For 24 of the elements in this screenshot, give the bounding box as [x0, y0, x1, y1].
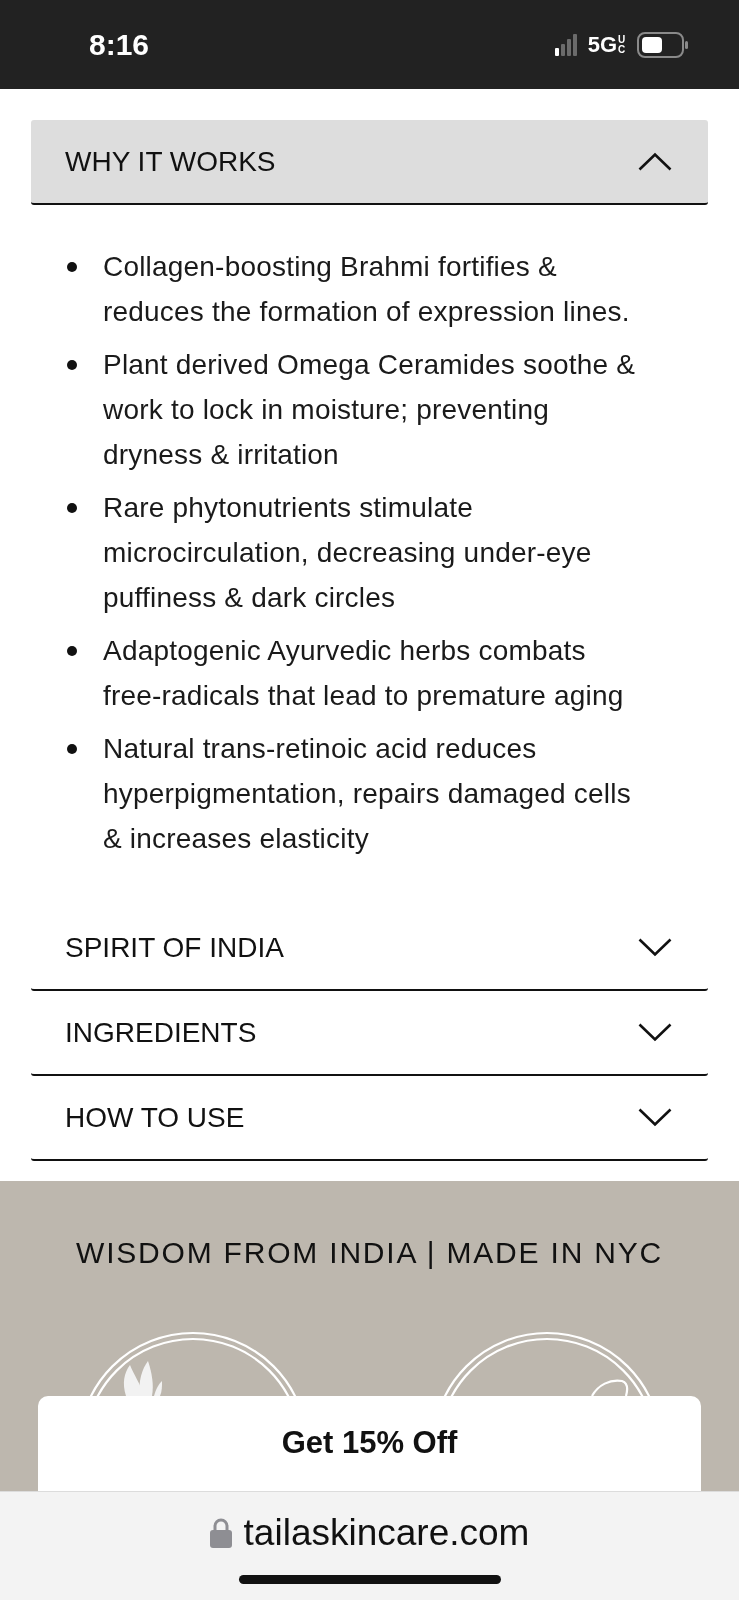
bullet-icon	[67, 360, 77, 370]
bullet-text: Rare phytonutrients stimulate microcirculation, decreasing under-eye puffiness & dark circles	[103, 491, 593, 615]
bullet-icon	[67, 262, 77, 272]
status-time: 8:16	[89, 27, 150, 63]
bullet-icon	[67, 503, 77, 513]
bullet-text: Adaptogenic Ayurvedic herbs combats free-radicals that lead to premature aging	[103, 634, 625, 713]
battery-icon	[637, 31, 689, 58]
accordion-header[interactable]: WHY IT WORKS	[31, 120, 708, 205]
url-text[interactable]: tailaskincare.com	[243, 1511, 530, 1555]
bullet-icon	[67, 744, 77, 754]
chevron-down-icon	[638, 1023, 672, 1042]
chevron-down-icon	[638, 1108, 672, 1127]
chevron-down-icon	[638, 938, 672, 957]
discount-button[interactable]: Get 15% Off	[38, 1396, 701, 1491]
banner-title: WISDOM FROM INDIA | MADE IN NYC	[76, 1235, 663, 1271]
network-label: 5G	[587, 31, 617, 59]
bullet-text: Natural trans-retinoic acid reduces hyperpigmentation, repairs damaged cells & increases elasticity	[103, 732, 632, 856]
bullet-icon	[67, 646, 77, 656]
bullet-text: Collagen-boosting Brahmi fortifies & reduces the formation of expression lines.	[103, 250, 631, 329]
signal-icon	[554, 33, 578, 56]
chevron-up-icon	[638, 152, 672, 171]
lock-icon	[209, 1518, 232, 1548]
network-suffix: UC	[618, 34, 627, 55]
bullet-text: Plant derived Omega Ceramides soothe & work to lock in moisture; preventing dryness & irritation	[103, 348, 637, 472]
